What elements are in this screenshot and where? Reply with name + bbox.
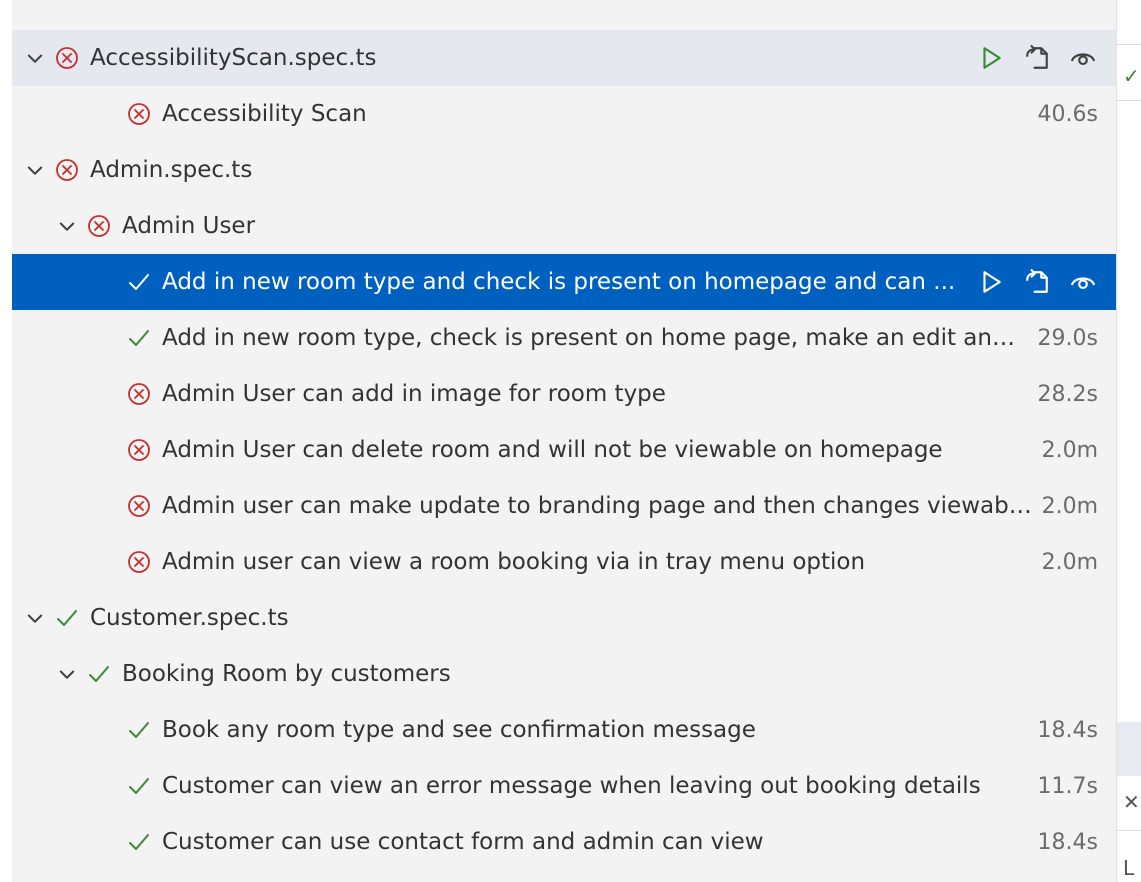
test-duration: 40.6s [1037,101,1098,127]
test-label: AccessibilityScan.spec.ts [90,45,377,71]
test-label: Customer can use contact form and admin … [162,829,764,855]
test-duration: 18.4s [1037,829,1098,855]
check-icon [126,717,152,743]
top-strip [12,0,1116,30]
test-duration: 18.4s [1037,717,1098,743]
chevron-down-icon[interactable] [22,605,48,631]
watch-eye-icon[interactable] [1068,267,1098,297]
go-to-file-icon[interactable] [1022,43,1052,73]
test-explorer-tree: AccessibilityScan.spec.ts Accessibility S… [12,0,1116,882]
test-duration: 2.0m [1041,549,1098,575]
test-label: Admin user can make update to branding p… [162,493,1034,519]
test-suite-item[interactable]: Admin User [12,198,1116,254]
test-label: Add in new room type and check is presen… [162,269,956,295]
test-suite-item[interactable]: Booking Room by customers [12,646,1116,702]
check-icon: ✓ [1123,64,1140,88]
test-duration: 2.0m [1041,493,1098,519]
check-icon [54,605,80,631]
selected-edge [1117,722,1141,776]
test-label: Admin User can add in image for room typ… [162,381,666,407]
error-circle-icon [54,45,80,71]
test-item[interactable]: Customer can view an error message when … [12,758,1116,814]
test-label: Admin user can view a room booking via i… [162,549,866,575]
test-label: Admin.spec.ts [90,157,253,183]
test-item[interactable]: Admin user can view a room booking via i… [12,534,1116,590]
chevron-down-icon[interactable] [22,45,48,71]
test-label: Customer.spec.ts [90,605,289,631]
test-item[interactable]: Accessibility Scan 40.6s [12,86,1116,142]
check-icon [126,773,152,799]
test-item[interactable]: Add in new room type, check is present o… [12,310,1116,366]
check-icon [126,829,152,855]
test-file-item[interactable]: Admin.spec.ts [12,142,1116,198]
test-label: Admin User can delete room and will not … [162,437,943,463]
test-file-item[interactable]: AccessibilityScan.spec.ts [12,30,1116,86]
test-item[interactable]: Customer can use contact form and admin … [12,814,1116,870]
test-label: Add in new room type, check is present o… [162,325,1030,351]
error-circle-icon [54,157,80,183]
test-item[interactable]: Admin User can add in image for room typ… [12,366,1116,422]
error-circle-icon [126,381,152,407]
chevron-down-icon[interactable] [22,157,48,183]
go-to-file-icon[interactable] [1022,267,1052,297]
error-circle-icon [126,549,152,575]
chevron-down-icon[interactable] [54,661,80,687]
error-circle-icon [126,437,152,463]
test-item[interactable]: Admin User can delete room and will not … [12,422,1116,478]
error-circle-icon [126,493,152,519]
watch-eye-icon[interactable] [1068,43,1098,73]
run-test-icon[interactable] [976,267,1006,297]
check-icon [126,269,152,295]
error-circle-icon [126,101,152,127]
test-label: Customer can view an error message when … [162,773,981,799]
test-duration: 28.2s [1037,381,1098,407]
check-icon [86,661,112,687]
test-label: Booking Room by customers [122,661,451,687]
test-label: Admin User [122,213,256,239]
test-duration: 2.0m [1041,437,1098,463]
test-item[interactable]: Add in new room type and check is presen… [12,254,1116,310]
test-label: Accessibility Scan [162,101,367,127]
row-actions [976,267,1098,297]
right-editor-pane-edge: ✓ ✕ L [1116,0,1141,882]
close-icon[interactable]: ✕ [1123,790,1140,814]
error-circle-icon [86,213,112,239]
test-item[interactable]: Admin user can make update to branding p… [12,478,1116,534]
test-item[interactable]: Book any room type and see confirmation … [12,702,1116,758]
test-label: Book any room type and see confirmation … [162,717,756,743]
check-icon [126,325,152,351]
test-duration: 11.7s [1037,773,1098,799]
row-actions [976,43,1098,73]
test-file-item[interactable]: Customer.spec.ts [12,590,1116,646]
test-duration: 29.0s [1037,325,1098,351]
chevron-down-icon[interactable] [54,213,80,239]
edge-letter: L [1123,856,1135,880]
run-test-icon[interactable] [976,43,1006,73]
